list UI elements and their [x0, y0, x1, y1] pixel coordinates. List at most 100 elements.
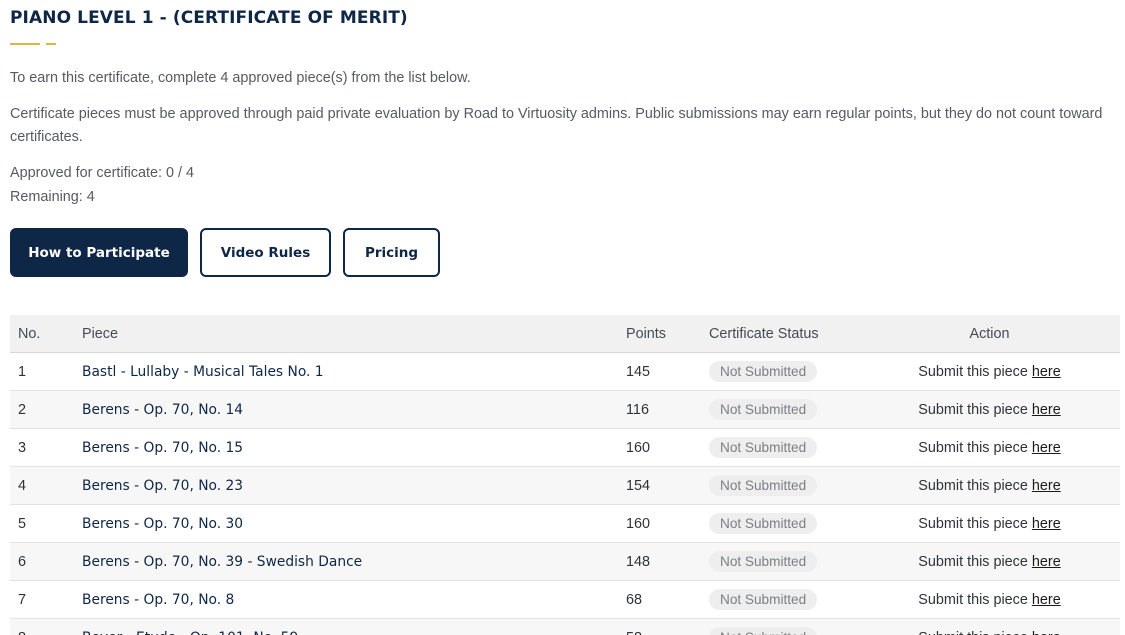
row-number: 3	[10, 428, 82, 467]
row-number: 6	[10, 542, 82, 581]
points-value: 160	[626, 428, 709, 467]
status-cell: Not Submitted	[709, 466, 859, 505]
status-cell: Not Submitted	[709, 428, 859, 467]
submit-here-link[interactable]: here	[1032, 630, 1061, 635]
row-number: 2	[10, 390, 82, 429]
table-row: 6 Berens - Op. 70, No. 39 - Swedish Dance…	[10, 542, 1120, 581]
action-cell: Submit this piece here	[859, 466, 1120, 505]
status-cell: Not Submitted	[709, 504, 859, 543]
action-cell: Submit this piece here	[859, 352, 1120, 391]
row-number: 7	[10, 580, 82, 619]
piece-name: Berens - Op. 70, No. 15	[82, 439, 244, 456]
status-cell: Not Submitted	[709, 542, 859, 581]
action-cell: Submit this piece here	[859, 542, 1120, 581]
action-text: Submit this piece	[918, 553, 1028, 570]
how-to-participate-button[interactable]: How to Participate	[10, 228, 188, 277]
table-row: 5 Berens - Op. 70, No. 30 160 Not Submitted…	[10, 504, 1120, 543]
table-row: 3 Berens - Op. 70, No. 15 160 Not Submitted…	[10, 428, 1120, 467]
approved-count: Approved for certificate: 0 / 4	[10, 165, 194, 181]
action-text: Submit this piece	[918, 477, 1028, 494]
header-piece: Piece	[82, 315, 626, 353]
row-number: 4	[10, 466, 82, 505]
table-body: 1 Bastl - Lullaby - Musical Tales No. 1 14…	[10, 352, 1120, 635]
header-no: No.	[10, 315, 82, 353]
certificate-page: PIANO LEVEL 1 - (CERTIFICATE OF MERIT) T…	[0, 0, 1125, 635]
action-text: Submit this piece	[918, 591, 1028, 608]
submit-here-link[interactable]: here	[1032, 592, 1061, 608]
piece-name: Berens - Op. 70, No. 23	[82, 477, 244, 494]
action-cell: Submit this piece here	[859, 580, 1120, 619]
pricing-button[interactable]: Pricing	[343, 228, 440, 277]
points-value: 154	[626, 466, 709, 505]
status-cell: Not Submitted	[709, 580, 859, 619]
action-cell: Submit this piece here	[859, 618, 1120, 635]
points-value: 145	[626, 352, 709, 391]
status-badge: Not Submitted	[709, 399, 818, 420]
points-value: 58	[626, 618, 709, 635]
requirement-text: To earn this certificate, complete 4 app…	[10, 70, 471, 86]
action-cell: Submit this piece here	[859, 390, 1120, 429]
piece-cell: Bastl - Lullaby - Musical Tales No. 1	[82, 352, 626, 391]
status-cell: Not Submitted	[709, 390, 859, 429]
submit-here-link[interactable]: here	[1032, 554, 1061, 570]
piece-name: Berens - Op. 70, No. 30	[82, 515, 244, 532]
status-cell: Not Submitted	[709, 618, 859, 635]
action-text: Submit this piece	[918, 515, 1028, 532]
title-accent-underline	[10, 43, 56, 45]
row-number: 5	[10, 504, 82, 543]
action-cell: Submit this piece here	[859, 504, 1120, 543]
table-header: No. Piece Points Certificate Status Acti…	[10, 315, 1120, 353]
page-title: PIANO LEVEL 1 - (CERTIFICATE OF MERIT)	[10, 8, 408, 28]
points-value: 68	[626, 580, 709, 619]
remaining-count: Remaining: 4	[10, 189, 95, 205]
piece-cell: Berens - Op. 70, No. 30	[82, 504, 626, 543]
submit-here-link[interactable]: here	[1032, 402, 1061, 418]
accent-line-long	[10, 43, 40, 45]
status-badge: Not Submitted	[709, 475, 818, 496]
pieces-table: No. Piece Points Certificate Status Acti…	[10, 315, 1120, 635]
piece-name: Bastl - Lullaby - Musical Tales No. 1	[82, 363, 324, 380]
status-badge: Not Submitted	[709, 627, 818, 635]
piece-cell: Berens - Op. 70, No. 14	[82, 390, 626, 429]
piece-name: Berens - Op. 70, No. 39 - Swedish Dance	[82, 553, 363, 570]
piece-name: Berens - Op. 70, No. 8	[82, 591, 235, 608]
submit-here-link[interactable]: here	[1032, 516, 1061, 532]
points-value: 160	[626, 504, 709, 543]
table-row: 8Beyer - Etude - Op. 101, No. 59 58Not Su…	[10, 618, 1120, 635]
row-number: 1	[10, 352, 82, 391]
submit-here-link[interactable]: here	[1032, 364, 1061, 380]
table-row: 1 Bastl - Lullaby - Musical Tales No. 1 14…	[10, 352, 1120, 391]
piece-name: Berens - Op. 70, No. 14	[82, 401, 244, 418]
video-rules-button[interactable]: Video Rules	[200, 228, 331, 277]
header-certificate-status: Certificate Status	[709, 315, 859, 353]
action-text: Submit this piece	[918, 401, 1028, 418]
header-action: Action	[859, 315, 1120, 353]
piece-cell: Beyer - Etude - Op. 101, No. 59	[82, 618, 626, 635]
status-badge: Not Submitted	[709, 551, 818, 572]
table-row: 4 Berens - Op. 70, No. 23 154 Not Submitted…	[10, 466, 1120, 505]
action-cell: Submit this piece here	[859, 428, 1120, 467]
piece-cell: Berens - Op. 70, No. 8	[82, 580, 626, 619]
table-header-row: No. Piece Points Certificate Status Acti…	[10, 315, 1120, 353]
status-badge: Not Submitted	[709, 513, 818, 534]
pieces-table-container: No. Piece Points Certificate Status Acti…	[10, 315, 1120, 635]
status-badge: Not Submitted	[709, 589, 818, 610]
action-text: Submit this piece	[918, 363, 1028, 380]
points-value: 116	[626, 390, 709, 429]
header-points: Points	[626, 315, 709, 353]
status-badge: Not Submitted	[709, 437, 818, 458]
status-badge: Not Submitted	[709, 361, 818, 382]
piece-cell: Berens - Op. 70, No. 15	[82, 428, 626, 467]
submit-here-link[interactable]: here	[1032, 478, 1061, 494]
piece-cell: Berens - Op. 70, No. 39 - Swedish Dance	[82, 542, 626, 581]
piece-cell: Berens - Op. 70, No. 23	[82, 466, 626, 505]
table-row: 7 Berens - Op. 70, No. 8 68 Not Submitted Su…	[10, 580, 1120, 619]
submit-here-link[interactable]: here	[1032, 440, 1061, 456]
status-cell: Not Submitted	[709, 352, 859, 391]
row-number: 8	[10, 618, 82, 635]
table-row: 2 Berens - Op. 70, No. 14 116 Not Submitted…	[10, 390, 1120, 429]
piece-name: Beyer - Etude - Op. 101, No. 59	[82, 630, 298, 635]
approval-note: Certificate pieces must be approved thro…	[10, 106, 1103, 145]
points-value: 148	[626, 542, 709, 581]
action-text: Submit this piece	[918, 630, 1028, 635]
